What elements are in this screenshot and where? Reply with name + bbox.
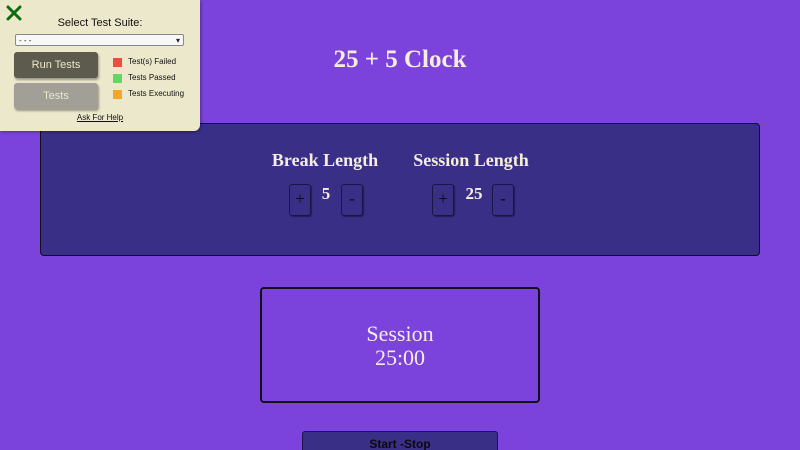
break-increment-button[interactable]: + [289, 184, 311, 216]
legend-failed-label: Test(s) Failed [128, 57, 177, 66]
chevron-down-icon: ▾ [175, 36, 180, 45]
legend-executing-label: Tests Executing [128, 89, 185, 98]
legend-passed: Tests Passed [113, 73, 176, 83]
break-label: Break Length [271, 150, 379, 170]
test-suite-panel: Select Test Suite: - - - ▾ Run Tests Tes… [0, 0, 200, 131]
passed-swatch-icon [113, 73, 122, 83]
ask-for-help-link[interactable]: Ask For Help [0, 113, 200, 122]
start-stop-button[interactable]: Start -Stop [302, 431, 498, 450]
session-length-value: 25 [465, 184, 483, 203]
test-suite-select-value: - - - [19, 36, 32, 45]
break-length-value: 5 [321, 184, 331, 203]
timer-display: Session 25:00 [260, 287, 540, 403]
length-settings-panel: Break Length Session Length + 5 - + 25 - [40, 123, 760, 256]
break-decrement-button[interactable]: - [341, 184, 363, 216]
test-suite-select[interactable]: - - - ▾ [15, 34, 184, 46]
legend-executing: Tests Executing [113, 89, 184, 99]
pomodoro-page: Select Test Suite: - - - ▾ Run Tests Tes… [0, 0, 800, 450]
session-increment-button[interactable]: + [432, 184, 454, 216]
legend-failed: Test(s) Failed [113, 57, 176, 67]
time-left: 25:00 [374, 345, 426, 370]
session-decrement-button[interactable]: - [492, 184, 514, 216]
session-label: Session Length [413, 150, 529, 170]
test-suite-title: Select Test Suite: [57, 17, 143, 29]
timer-label: Session [366, 321, 434, 346]
run-tests-button[interactable]: Run Tests [14, 52, 98, 78]
executing-swatch-icon [113, 89, 122, 99]
failed-swatch-icon [113, 57, 122, 67]
tests-button[interactable]: Tests [14, 83, 98, 109]
legend-passed-label: Tests Passed [128, 73, 176, 82]
